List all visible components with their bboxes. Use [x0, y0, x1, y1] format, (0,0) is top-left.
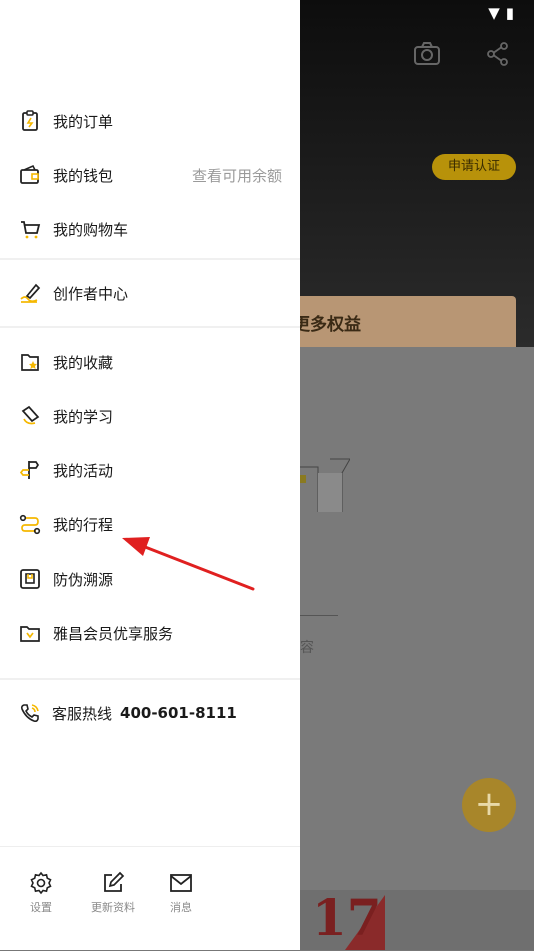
wallet-icon	[20, 164, 39, 184]
gear-icon	[30, 871, 52, 895]
camera-icon[interactable]	[413, 40, 441, 68]
menu-label: 我的收藏	[53, 353, 114, 372]
hotline-label: 客服热线	[52, 704, 113, 723]
cart-icon	[21, 221, 41, 239]
menu-item-orders[interactable]: 我的订单	[0, 94, 300, 148]
messages-label: 消息	[170, 901, 192, 914]
activity-icon	[19, 461, 40, 479]
menu-item-study[interactable]: 我的学习	[0, 389, 300, 443]
menu-item-creator-center[interactable]: 创作者中心	[0, 266, 300, 320]
empty-text: 容	[300, 640, 314, 656]
drawer-bottom-bar: 设置 更新资料 消息	[0, 846, 300, 951]
menu-divider	[0, 326, 300, 328]
itinerary-icon	[19, 514, 41, 535]
menu-label: 我的学习	[53, 407, 114, 426]
menu-label: 我的活动	[53, 461, 114, 480]
mail-icon	[170, 874, 192, 892]
menu-divider	[0, 258, 300, 260]
menu-label: 创作者中心	[53, 284, 129, 303]
update-profile-button[interactable]: 更新资料	[83, 871, 143, 915]
update-profile-label: 更新资料	[91, 901, 135, 914]
membership-icon	[20, 626, 40, 642]
menu-item-membership[interactable]: 雅昌会员优享服务	[0, 606, 300, 660]
menu-item-activities[interactable]: 我的活动	[0, 443, 300, 497]
menu-divider	[0, 678, 300, 680]
menu-item-wallet[interactable]: 我的钱包 查看可用余额	[0, 148, 300, 202]
add-fab-button[interactable]: +	[462, 778, 516, 832]
phone-icon	[20, 704, 39, 723]
apply-certification-button[interactable]: 申请认证	[432, 154, 516, 180]
favorites-icon	[21, 354, 39, 371]
edit-icon	[104, 871, 125, 892]
menu-label: 我的钱包	[53, 166, 114, 185]
promo-text: 更多权益	[293, 315, 361, 335]
empty-divider	[300, 615, 338, 616]
settings-button[interactable]: 设置	[11, 871, 71, 915]
status-bar-icons: ▼▮	[488, 4, 520, 22]
messages-button[interactable]: 消息	[151, 871, 211, 915]
menu-label: 我的购物车	[53, 220, 129, 239]
customer-hotline[interactable]: 客服热线 400-601-8111	[0, 686, 300, 740]
side-drawer: 我的订单 我的钱包 查看可用余额 我的购物车 创作者中心 我的收藏 我的学习 我…	[0, 0, 300, 950]
share-icon[interactable]	[486, 42, 510, 66]
hotline-number[interactable]: 400-601-8111	[120, 704, 237, 722]
menu-label: 雅昌会员优享服务	[53, 624, 174, 643]
anti-counterfeit-icon	[20, 569, 40, 589]
creator-icon	[20, 283, 41, 303]
menu-label: 防伪溯源	[53, 570, 114, 589]
menu-item-favorites[interactable]: 我的收藏	[0, 335, 300, 389]
menu-label: 我的行程	[53, 515, 114, 534]
menu-item-itinerary[interactable]: 我的行程	[0, 497, 300, 551]
menu-label: 我的订单	[53, 112, 114, 131]
settings-label: 设置	[30, 901, 52, 914]
menu-item-anti-counterfeit[interactable]: 防伪溯源	[0, 552, 300, 606]
wallet-balance-hint[interactable]: 查看可用余额	[192, 165, 282, 186]
empty-box-illustration	[300, 458, 350, 512]
study-icon	[21, 405, 40, 425]
menu-item-cart[interactable]: 我的购物车	[0, 202, 300, 256]
sticker-number: 17	[312, 888, 382, 947]
order-icon	[22, 110, 38, 131]
